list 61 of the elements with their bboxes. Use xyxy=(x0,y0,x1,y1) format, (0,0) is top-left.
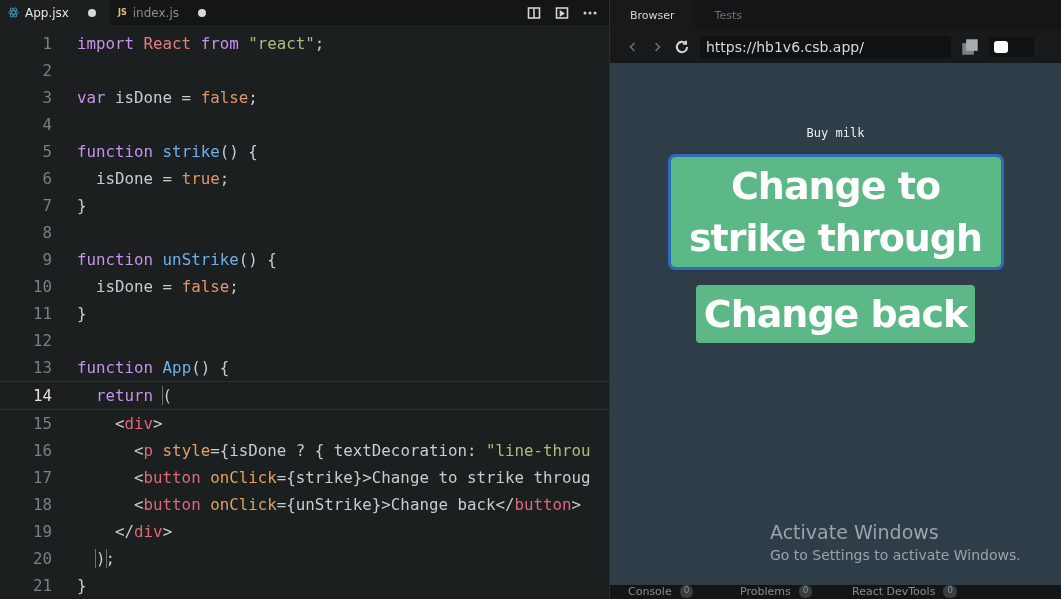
line-number: 16 xyxy=(31,441,53,460)
line-number: 6 xyxy=(41,169,53,188)
count-badge: 0 xyxy=(679,585,694,598)
copy-icon[interactable] xyxy=(961,37,979,56)
code-line: <button onClick={strike}>Change to strike throug xyxy=(133,468,591,487)
bottom-tab[interactable]: Problems xyxy=(740,585,791,599)
square-icon xyxy=(994,40,1008,53)
code-line: <button onClick={unStrike}>Change back</button> xyxy=(133,495,582,514)
file-type-label: JS xyxy=(118,8,127,17)
split-editor-icon[interactable] xyxy=(527,5,541,20)
code-line: function unStrike() { xyxy=(77,250,277,269)
line-number: 3 xyxy=(41,88,53,107)
code-line: <p style={isDone ? { textDecoration: "line-throu xyxy=(133,441,591,460)
code-line: } xyxy=(77,304,87,323)
url-field[interactable]: https://hb1v6.csb.app/ xyxy=(700,35,951,58)
code-line: } xyxy=(77,196,87,215)
line-number: 4 xyxy=(41,115,53,134)
line-number: 21 xyxy=(31,576,53,595)
line-number: 12 xyxy=(31,331,53,350)
atom-icon xyxy=(8,7,19,18)
window-button[interactable] xyxy=(989,36,1034,57)
line-number: 7 xyxy=(41,196,53,215)
line-number: 14 xyxy=(31,386,53,405)
file-tab[interactable]: JS index.js xyxy=(110,0,220,25)
watermark-title: Activate Windows xyxy=(770,521,940,543)
line-number: 17 xyxy=(31,468,53,487)
line-number: 19 xyxy=(31,522,53,541)
line-number: 2 xyxy=(41,61,53,80)
panel-tab[interactable]: Browser xyxy=(610,0,695,30)
code-line: return ( xyxy=(95,386,173,405)
line-number: 13 xyxy=(31,358,53,377)
count-badge: 0 xyxy=(798,585,813,598)
file-tab[interactable]: App.jsx xyxy=(0,0,110,25)
watermark-subtitle: Go to Settings to activate Windows. xyxy=(770,547,1021,563)
bottom-tab[interactable]: Console xyxy=(628,585,672,599)
line-number: 20 xyxy=(31,549,53,568)
code-line: isDone = false; xyxy=(95,277,239,296)
more-icon[interactable] xyxy=(583,10,597,15)
preview-icon[interactable] xyxy=(555,5,569,20)
line-number: 10 xyxy=(31,277,53,296)
line-number: 11 xyxy=(31,304,53,323)
todo-text: Buy milk xyxy=(806,126,865,140)
line-number: 15 xyxy=(31,414,53,433)
code-line: import React from "react"; xyxy=(77,34,325,53)
code-line: ); xyxy=(95,549,116,568)
line-number: 1 xyxy=(41,34,53,53)
code-line: <div> xyxy=(114,414,163,433)
line-number: 8 xyxy=(41,223,53,242)
line-number: 18 xyxy=(31,495,53,514)
code-line: } xyxy=(77,576,87,595)
code-line: function strike() { xyxy=(77,142,258,161)
line-number: 9 xyxy=(41,250,53,269)
panel-tab[interactable]: Tests xyxy=(694,0,762,30)
code-line: var isDone = false; xyxy=(77,88,258,107)
code-line: isDone = true; xyxy=(95,169,230,188)
line-number: 5 xyxy=(41,142,53,161)
code-line: function App() { xyxy=(77,358,230,377)
count-badge: 0 xyxy=(943,585,958,598)
bottom-tab[interactable]: React DevTools xyxy=(852,585,936,599)
code-line: </div> xyxy=(114,522,173,541)
reload-icon[interactable] xyxy=(674,38,690,55)
